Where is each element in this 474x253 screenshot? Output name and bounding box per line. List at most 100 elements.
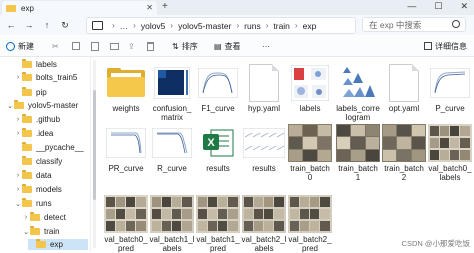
sidebar-scrollbar[interactable] [93,60,96,248]
folder-icon [107,68,145,98]
sidebar-item-train[interactable]: ⌄ train [22,226,60,237]
results-plot-thumbnail [243,128,285,158]
view-button[interactable]: ▤ 查看 [214,41,241,52]
new-tab-button[interactable]: + [162,1,168,12]
val-batch1-pred-thumbnail [196,195,240,233]
sidebar-item-yolov5-master[interactable]: ⌄ yolov5-master [6,100,78,111]
up-button[interactable]: ↑ [40,18,54,32]
delete-button[interactable] [147,41,157,51]
chevron-right-icon[interactable]: › [14,116,22,123]
folder-icon [22,142,32,151]
sidebar-item-labels[interactable]: labels [22,59,57,70]
details-label: 详细信息 [435,41,467,51]
sidebar-item-runs[interactable]: ⌄ runs [14,198,52,209]
copy-button[interactable] [72,42,83,50]
document-icon [249,64,279,102]
sidebar-item-pycache[interactable]: __pycache__ [22,142,84,153]
minimize-button[interactable]: — [407,1,416,12]
sidebar-item-label: __pycache__ [36,143,84,152]
val-batch2-pred-thumbnail [288,195,332,233]
folder-icon [30,212,40,221]
tab-exp[interactable]: exp ✕ [2,1,157,15]
refresh-button[interactable]: ↻ [58,18,72,32]
sidebar-item-label: models [36,185,62,194]
r-curve-thumbnail [152,128,192,158]
document-thumbnail [242,63,286,103]
sidebar-item-exp[interactable]: exp [28,239,88,250]
copy-icon [72,42,80,50]
trash-icon [147,41,154,51]
breadcrumb-item[interactable]: yolov5 [141,21,166,31]
image-thumbnail [242,123,286,163]
scissors-icon: ✂ [52,41,59,51]
val-batch0-pred-thumbnail [104,195,148,233]
sidebar-item-bolts-train5[interactable]: › bolts_train5 [14,72,77,83]
breadcrumb-more[interactable]: … [120,21,129,31]
folder-icon [22,170,32,179]
chevron-right-icon: › [112,21,115,30]
new-button[interactable]: 新建 [6,41,34,52]
image-thumbnail [150,63,194,103]
image-thumbnail [336,123,380,163]
file-name: val_batch0_ labels [428,164,472,182]
address-bar[interactable]: › … › yolov5 › yolov5-master › runs › tr… [86,17,356,34]
cut-button[interactable]: ✂ [52,42,59,51]
folder-icon [22,114,32,123]
sidebar-item-models[interactable]: › models [14,184,62,195]
paste-button[interactable] [91,41,102,51]
file-name: val_batch2_ pred [288,235,332,253]
sidebar-item-label: .github [36,115,61,124]
sidebar-item-label: classify [36,157,63,166]
breadcrumb-item[interactable]: train [273,21,290,31]
monitor-icon [92,21,103,30]
maximize-button[interactable]: ☐ [434,1,442,12]
chevron-down-icon[interactable]: ⌄ [6,102,14,110]
labels-thumbnail [291,65,329,101]
image-thumbnail [288,63,332,103]
back-button[interactable]: ← [4,18,18,32]
chevron-down-icon[interactable]: ⌄ [22,228,30,236]
more-options-button[interactable]: ··· [262,42,270,51]
train-batch2-thumbnail [382,124,426,162]
view-icon: ▤ [214,41,222,51]
sidebar-item-pip[interactable]: pip [22,87,47,98]
breadcrumb-item[interactable]: runs [244,21,261,31]
image-thumbnail [336,63,380,103]
chevron-down-icon[interactable]: ⌄ [14,200,22,208]
sidebar-item-idea[interactable]: › .idea [14,128,53,139]
folder-icon [36,239,46,248]
chevron-right-icon[interactable]: › [14,186,22,193]
val-batch2-labels-thumbnail [242,195,286,233]
image-thumbnail [428,63,472,103]
folder-icon [22,128,32,137]
image-thumbnail [196,63,240,103]
sidebar-item-classify[interactable]: classify [22,156,62,167]
chevron-right-icon[interactable]: › [14,172,22,179]
image-thumbnail [150,123,194,163]
share-button[interactable]: ⇪ [128,42,135,51]
forward-button[interactable]: → [22,18,36,32]
search-input[interactable]: 在 exp 中搜索 [362,17,466,32]
confusion-matrix-thumbnail [154,67,190,99]
sidebar-item-github[interactable]: › .github [14,114,60,125]
details-pane-button[interactable]: 详细信息 [424,41,467,52]
sort-button[interactable]: ⇅ 排序 [172,41,198,52]
sidebar-item-detect[interactable]: › detect [22,212,66,223]
folder-icon [22,87,32,96]
breadcrumb-item[interactable]: yolov5-master [178,21,231,31]
navigation-pane: labels › bolts_train5 pip ⌄ yolov5-maste… [0,57,91,251]
rename-button[interactable] [110,42,122,50]
breadcrumb-item[interactable]: exp [303,21,317,31]
sidebar-item-data[interactable]: › data [14,170,52,181]
val-batch1-labels-thumbnail [150,195,194,233]
title-bar: exp ✕ + — ☐ ✕ [0,0,474,15]
chevron-right-icon[interactable]: › [14,74,22,81]
chevron-right-icon[interactable]: › [22,214,30,221]
close-window-button[interactable]: ✕ [460,1,468,12]
chevron-right-icon[interactable]: › [14,130,22,137]
command-bar: 新建 ✂ ⇪ ⇅ 排序 ▤ 查看 ··· 详细信息 [0,36,474,57]
sidebar-item-label: pip [36,88,47,97]
scrollbar-thumb[interactable] [93,90,96,200]
folder-icon [22,156,32,165]
tab-close-icon[interactable]: ✕ [146,3,153,12]
